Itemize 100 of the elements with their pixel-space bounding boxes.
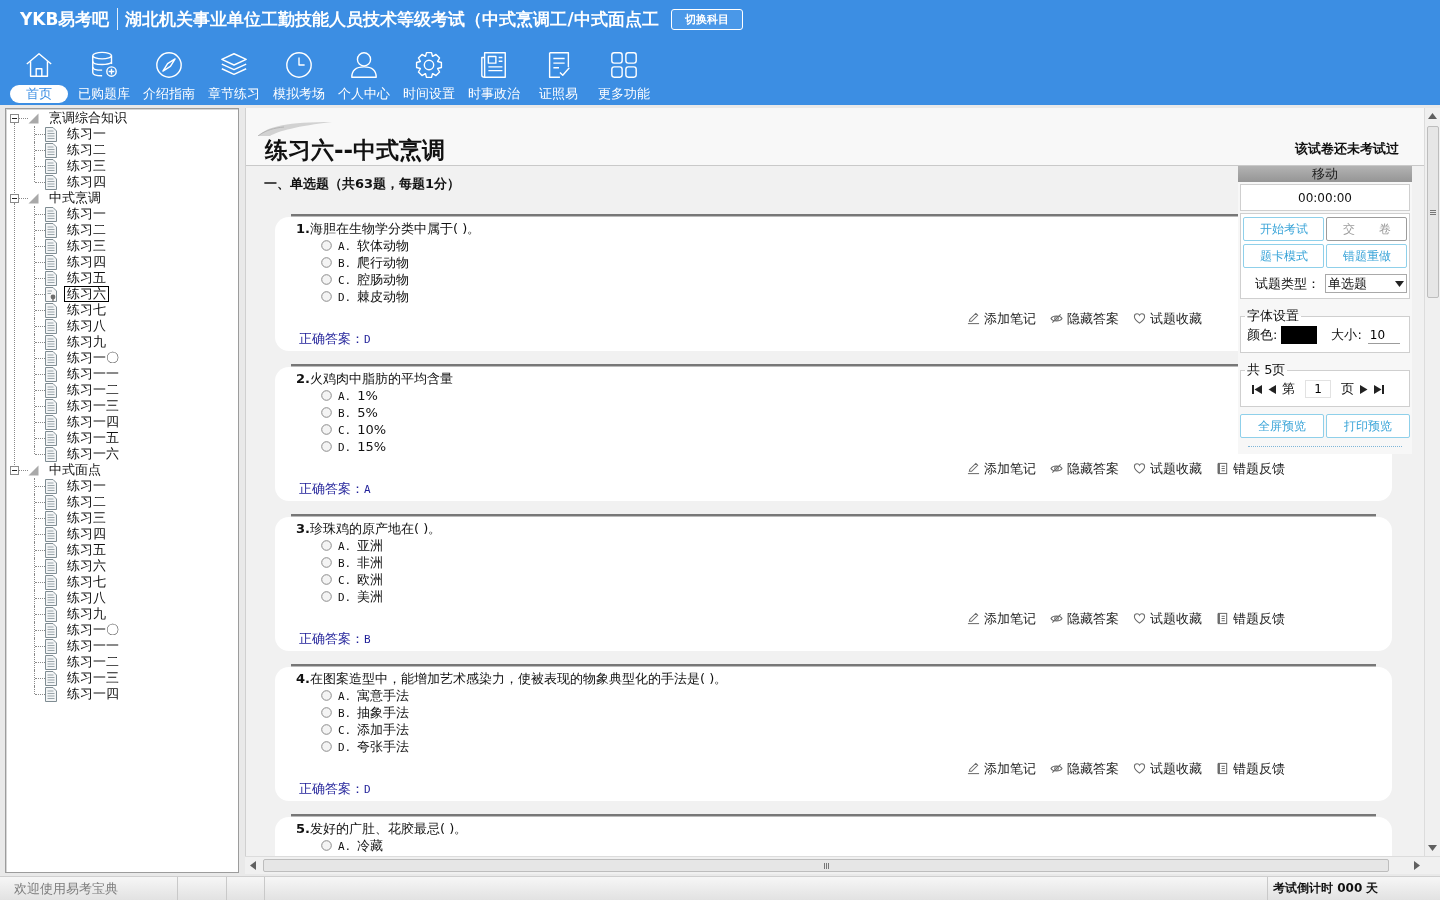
- radio-button[interactable]: [321, 390, 332, 401]
- tree-item[interactable]: 练习一四: [64, 414, 122, 430]
- vertical-scrollbar[interactable]: [1424, 108, 1440, 856]
- last-page-icon[interactable]: [1374, 384, 1384, 394]
- tree-item[interactable]: 练习七: [64, 574, 109, 590]
- scroll-up-icon[interactable]: [1428, 113, 1437, 119]
- tree-item[interactable]: 练习四: [64, 174, 109, 190]
- tree-item[interactable]: 练习八: [64, 590, 109, 606]
- tree-item[interactable]: 练习一二: [64, 382, 122, 398]
- tree-item[interactable]: 练习一〇: [64, 350, 122, 366]
- tree-item[interactable]: 练习一三: [64, 398, 122, 414]
- page-prefix-label: 第: [1282, 380, 1295, 398]
- scrollbar-thumb[interactable]: [1426, 126, 1439, 298]
- horizontal-scrollbar[interactable]: [245, 856, 1440, 874]
- hide-answer-button[interactable]: 隐藏答案: [1050, 459, 1119, 478]
- feedback-button[interactable]: 错题反馈: [1216, 759, 1285, 778]
- radio-button[interactable]: [321, 707, 332, 718]
- radio-button[interactable]: [321, 741, 332, 752]
- radio-button[interactable]: [321, 591, 332, 602]
- triangle-icon: [28, 464, 39, 476]
- collapse-icon[interactable]: [10, 193, 19, 203]
- group-legend: 字体设置: [1245, 307, 1301, 325]
- tree-item[interactable]: 练习一一: [64, 638, 122, 654]
- resize-grip[interactable]: [1248, 446, 1402, 450]
- eye-slash-icon: [1050, 312, 1063, 325]
- radio-button[interactable]: [321, 274, 332, 285]
- previous-page-icon[interactable]: [1267, 384, 1277, 394]
- tree-item[interactable]: 练习四: [64, 254, 109, 270]
- tree-item[interactable]: 练习九: [64, 606, 109, 622]
- tree-item[interactable]: 练习一二: [64, 654, 122, 670]
- question-text: 5.发好的广肚、花胶最忌( )。: [296, 820, 468, 837]
- list-icon: [1216, 612, 1229, 625]
- radio-button[interactable]: [321, 574, 332, 585]
- tree-item[interactable]: 练习三: [64, 238, 109, 254]
- scroll-left-icon[interactable]: [250, 861, 256, 870]
- tree-item[interactable]: 练习一四: [64, 686, 122, 702]
- tree-group-label[interactable]: 中式烹调: [47, 190, 103, 206]
- question-type-select[interactable]: 单选题: [1325, 274, 1407, 293]
- page-number-field[interactable]: 1: [1305, 380, 1331, 398]
- radio-button[interactable]: [321, 240, 332, 251]
- tree-item[interactable]: 练习五: [64, 542, 109, 558]
- radio-button[interactable]: [321, 840, 332, 851]
- favorite-button[interactable]: 试题收藏: [1133, 459, 1202, 478]
- tree-item[interactable]: 练习四: [64, 526, 109, 542]
- collapse-icon[interactable]: [10, 113, 19, 123]
- favorite-button[interactable]: 试题收藏: [1133, 309, 1202, 328]
- tree-item[interactable]: 练习一: [64, 126, 109, 142]
- first-page-icon[interactable]: [1252, 384, 1262, 394]
- tree-item[interactable]: 练习一: [64, 206, 109, 222]
- radio-button[interactable]: [321, 407, 332, 418]
- radio-button[interactable]: [321, 257, 332, 268]
- tree-item[interactable]: 练习三: [64, 510, 109, 526]
- feedback-button[interactable]: 错题反馈: [1216, 459, 1285, 478]
- tree-item[interactable]: 练习五: [64, 270, 109, 286]
- feedback-button[interactable]: 错题反馈: [1216, 609, 1285, 628]
- radio-button[interactable]: [321, 540, 332, 551]
- tree-item[interactable]: 练习一六: [64, 446, 122, 462]
- tree-item[interactable]: 练习一五: [64, 430, 122, 446]
- radio-button[interactable]: [321, 724, 332, 735]
- tree-item[interactable]: 练习二: [64, 494, 109, 510]
- tree-item[interactable]: 练习六: [64, 286, 109, 302]
- add-note-button[interactable]: 添加笔记: [967, 759, 1036, 778]
- radio-button[interactable]: [321, 424, 332, 435]
- hide-answer-button[interactable]: 隐藏答案: [1050, 309, 1119, 328]
- collapse-icon[interactable]: [10, 465, 19, 475]
- add-note-button[interactable]: 添加笔记: [967, 459, 1036, 478]
- question-text: 3.珍珠鸡的原产地在( )。: [296, 520, 442, 537]
- scroll-down-icon[interactable]: [1428, 845, 1437, 851]
- tree-item[interactable]: 练习六: [64, 558, 109, 574]
- add-note-button[interactable]: 添加笔记: [967, 309, 1036, 328]
- hide-answer-button[interactable]: 隐藏答案: [1050, 609, 1119, 628]
- nav-tab[interactable]: 首页: [6, 50, 71, 103]
- tree-item[interactable]: 练习七: [64, 302, 109, 318]
- tree-item[interactable]: 练习三: [64, 158, 109, 174]
- favorite-button[interactable]: 试题收藏: [1133, 759, 1202, 778]
- tree-group-label[interactable]: 烹调综合知识: [47, 110, 129, 126]
- add-note-button[interactable]: 添加笔记: [967, 609, 1036, 628]
- radio-button[interactable]: [321, 690, 332, 701]
- drag-handle[interactable]: 移动: [1238, 166, 1412, 182]
- next-page-icon[interactable]: [1359, 384, 1369, 394]
- scroll-right-icon[interactable]: [1414, 861, 1420, 870]
- tree-item[interactable]: 练习九: [64, 334, 109, 350]
- tree-item[interactable]: 练习八: [64, 318, 109, 334]
- favorite-button[interactable]: 试题收藏: [1133, 609, 1202, 628]
- tree-item[interactable]: 练习二: [64, 222, 109, 238]
- scrollbar-thumb[interactable]: [263, 859, 1389, 872]
- tree-item[interactable]: 练习一三: [64, 670, 122, 686]
- tree-item[interactable]: 练习一〇: [64, 622, 122, 638]
- radio-button[interactable]: [321, 441, 332, 452]
- radio-button[interactable]: [321, 557, 332, 568]
- tree-item[interactable]: 练习二: [64, 142, 109, 158]
- triangle-icon: [28, 112, 39, 124]
- tree-group-label[interactable]: 中式面点: [47, 462, 103, 478]
- option-label: B. 5%: [338, 405, 378, 420]
- color-swatch[interactable]: [1281, 326, 1318, 344]
- option-label: B. 抽象手法: [338, 703, 410, 722]
- hide-answer-button[interactable]: 隐藏答案: [1050, 759, 1119, 778]
- tree-item[interactable]: 练习一: [64, 478, 109, 494]
- radio-button[interactable]: [321, 291, 332, 302]
- tree-item[interactable]: 练习一一: [64, 366, 122, 382]
